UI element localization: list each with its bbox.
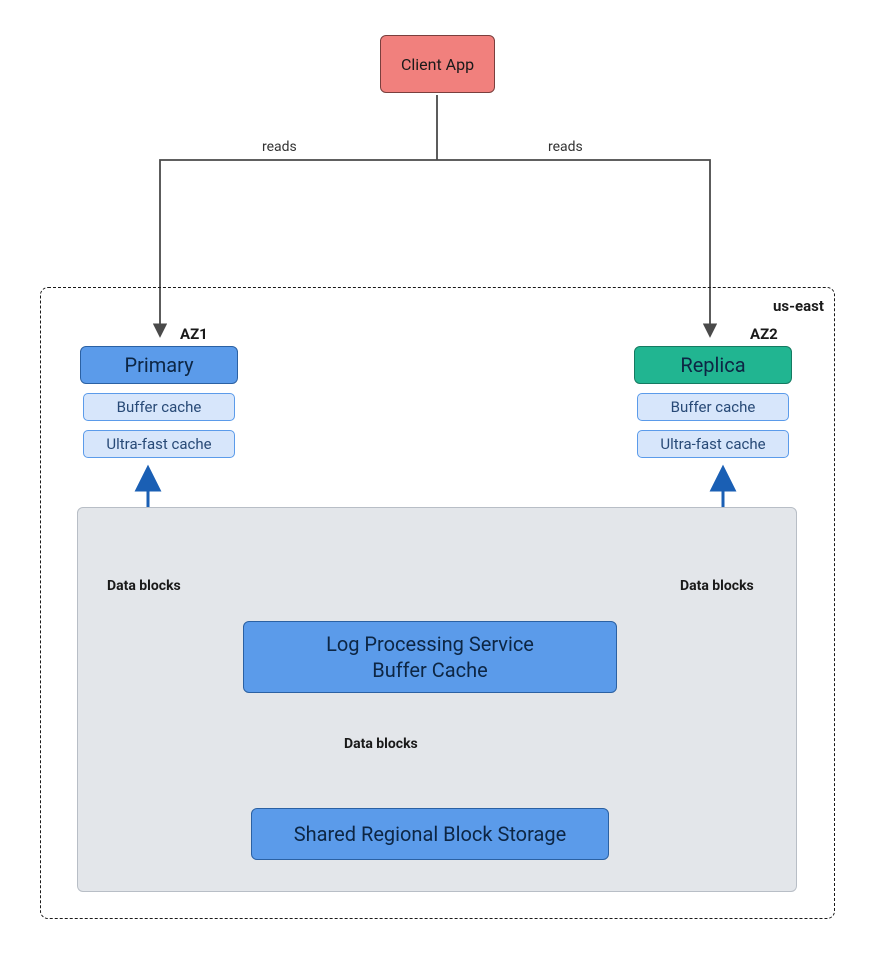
az1-buffer-cache-label: Buffer cache (117, 398, 202, 416)
edge-label-data-left: Data blocks (107, 578, 181, 594)
edge-label-data-right: Data blocks (680, 578, 754, 594)
client-app-label: Client App (401, 55, 474, 74)
shared-storage-label: Shared Regional Block Storage (294, 822, 566, 846)
az2-label: AZ2 (750, 325, 778, 343)
log-processing-service-node: Log Processing Service Buffer Cache (243, 621, 617, 693)
edge-label-reads-right: reads (548, 139, 583, 155)
edge-label-reads-left: reads (262, 139, 297, 155)
shared-storage-node: Shared Regional Block Storage (251, 808, 609, 860)
az2-ultrafast-cache-label: Ultra-fast cache (660, 435, 765, 453)
lps-line2: Buffer Cache (326, 657, 534, 683)
az1-buffer-cache: Buffer cache (83, 393, 235, 421)
primary-node: Primary (80, 346, 238, 384)
az2-buffer-cache-label: Buffer cache (671, 398, 756, 416)
lps-line1: Log Processing Service (326, 631, 534, 657)
az1-ultrafast-cache-label: Ultra-fast cache (106, 435, 211, 453)
az2-buffer-cache: Buffer cache (637, 393, 789, 421)
az1-ultrafast-cache: Ultra-fast cache (83, 430, 235, 458)
az1-label: AZ1 (180, 325, 208, 343)
client-app-node: Client App (380, 35, 495, 93)
diagram-stage: Client App reads reads us-east AZ1 Prima… (0, 0, 875, 953)
region-label: us-east (773, 297, 824, 315)
replica-label: Replica (680, 353, 745, 377)
replica-node: Replica (634, 346, 792, 384)
primary-label: Primary (124, 353, 193, 377)
az2-ultrafast-cache: Ultra-fast cache (637, 430, 789, 458)
edge-label-data-mid: Data blocks (344, 736, 418, 752)
